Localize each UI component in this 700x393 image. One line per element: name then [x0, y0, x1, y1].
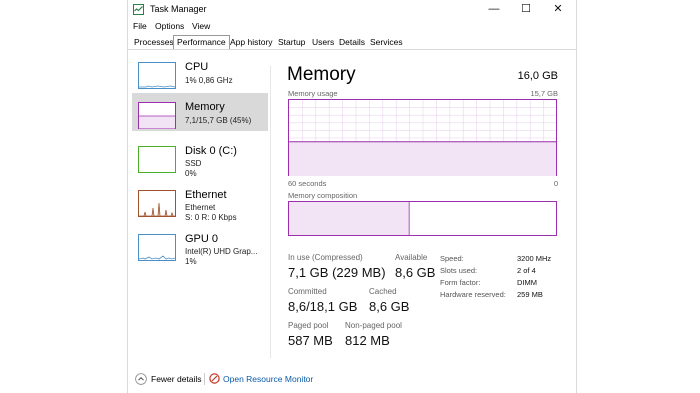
sidebar-item-gpu[interactable]: GPU 0 Intel(R) UHD Grap... 1% [132, 225, 268, 266]
open-resource-monitor-link[interactable]: Open Resource Monitor [223, 374, 313, 384]
sidebar-item-disk[interactable]: Disk 0 (C:) SSD 0% [132, 137, 268, 178]
menu-view[interactable]: View [192, 21, 210, 31]
slots-used-value: 2 of 4 [517, 266, 536, 275]
in-use-value: 7,1 GB (229 MB) [288, 265, 386, 280]
memory-usage-label: Memory usage [288, 89, 338, 98]
paged-pool-label: Paged pool [288, 321, 329, 330]
tab-strip: Processes Performance App history Startu… [128, 35, 576, 50]
non-paged-pool-value: 812 MB [345, 333, 390, 348]
task-manager-icon [133, 4, 144, 15]
sidebar-item-ethernet[interactable]: Ethernet Ethernet S: 0 R: 0 Kbps [132, 181, 268, 222]
tab-users[interactable]: Users [312, 37, 334, 47]
sidebar-gpu-title: GPU 0 [185, 233, 219, 245]
speed-value: 3200 MHz [517, 254, 552, 263]
form-factor-value: DIMM [517, 278, 537, 287]
cached-value: 8,6 GB [369, 299, 410, 314]
cpu-thumbnail-graph [138, 62, 176, 89]
tab-startup[interactable]: Startup [278, 37, 305, 47]
menu-options[interactable]: Options [155, 21, 184, 31]
committed-value: 8,6/18,1 GB [288, 299, 358, 314]
ethernet-thumbnail-graph [138, 190, 176, 217]
menu-bar: File Options View [128, 20, 576, 33]
memory-panel: Memory 16,0 GB Memory usage 15,7 GB 60 s… [287, 56, 562, 356]
available-value: 8,6 GB [395, 265, 436, 280]
memory-usage-max: 15,7 GB [530, 89, 558, 98]
sidebar-gpu-name: Intel(R) UHD Grap... [185, 247, 258, 256]
available-label: Available [395, 253, 428, 262]
speed-label: Speed: [440, 254, 464, 263]
graph-time-label: 60 seconds [288, 179, 327, 188]
task-manager-window: Task Manager — ☐ ✕ File Options View Pro… [127, 0, 577, 393]
composition-in-use-segment [289, 202, 410, 235]
sidebar-memory-usage: 7,1/15,7 GB (45%) [185, 116, 252, 125]
sidebar-disk-usage: 0% [185, 169, 197, 178]
committed-label: Committed [288, 287, 327, 296]
memory-usage-graph[interactable] [288, 99, 558, 177]
memory-composition-label: Memory composition [288, 191, 358, 200]
sidebar-cpu-usage: 1% 0,86 GHz [185, 76, 233, 85]
sidebar-ethernet-title: Ethernet [185, 189, 227, 201]
panel-divider [270, 66, 271, 358]
hardware-reserved-value: 259 MB [517, 290, 543, 299]
title-bar[interactable]: Task Manager — ☐ ✕ [128, 0, 576, 20]
minimize-button[interactable]: — [478, 0, 510, 20]
sidebar-ethernet-throughput: S: 0 R: 0 Kbps [185, 213, 237, 222]
paged-pool-value: 587 MB [288, 333, 333, 348]
tab-services[interactable]: Services [370, 37, 403, 47]
footer-separator [204, 373, 205, 385]
cached-label: Cached [369, 287, 397, 296]
menu-file[interactable]: File [133, 21, 147, 31]
gpu-thumbnail-graph [138, 234, 176, 261]
tab-app-history[interactable]: App history [230, 37, 273, 47]
performance-sidebar: CPU 1% 0,86 GHz Memory 7,1/15,7 GB (45%)… [132, 53, 270, 353]
sidebar-item-memory[interactable]: Memory 7,1/15,7 GB (45%) [132, 93, 268, 131]
in-use-label: In use (Compressed) [288, 253, 363, 262]
sidebar-gpu-usage: 1% [185, 257, 197, 266]
disk-thumbnail-graph [138, 146, 176, 173]
sidebar-item-cpu[interactable]: CPU 1% 0,86 GHz [132, 53, 268, 91]
sidebar-ethernet-name: Ethernet [185, 203, 216, 212]
resource-monitor-icon [209, 373, 220, 384]
fewer-details-button[interactable]: Fewer details [151, 374, 202, 384]
graph-time-min: 0 [553, 179, 558, 188]
tab-performance[interactable]: Performance [173, 35, 230, 49]
sidebar-disk-type: SSD [185, 159, 202, 168]
maximize-button[interactable]: ☐ [510, 0, 542, 20]
non-paged-pool-label: Non-paged pool [345, 321, 402, 330]
sidebar-disk-title: Disk 0 (C:) [185, 145, 237, 157]
fewer-details-chevron-icon[interactable] [135, 373, 147, 385]
memory-total: 16,0 GB [517, 70, 558, 82]
sidebar-memory-title: Memory [185, 101, 225, 113]
tab-processes[interactable]: Processes [134, 37, 174, 47]
memory-thumbnail-graph [138, 102, 176, 129]
close-button[interactable]: ✕ [542, 0, 574, 20]
hardware-reserved-label: Hardware reserved: [440, 290, 506, 299]
memory-composition-bar[interactable] [288, 201, 558, 237]
slots-used-label: Slots used: [440, 266, 478, 275]
window-title: Task Manager [150, 4, 207, 14]
memory-usage-fill [289, 141, 556, 176]
footer-bar: Fewer details Open Resource Monitor [128, 365, 576, 393]
form-factor-label: Form factor: [440, 278, 481, 287]
tab-details[interactable]: Details [339, 37, 365, 47]
sidebar-cpu-title: CPU [185, 61, 209, 73]
page-title: Memory [287, 64, 356, 85]
